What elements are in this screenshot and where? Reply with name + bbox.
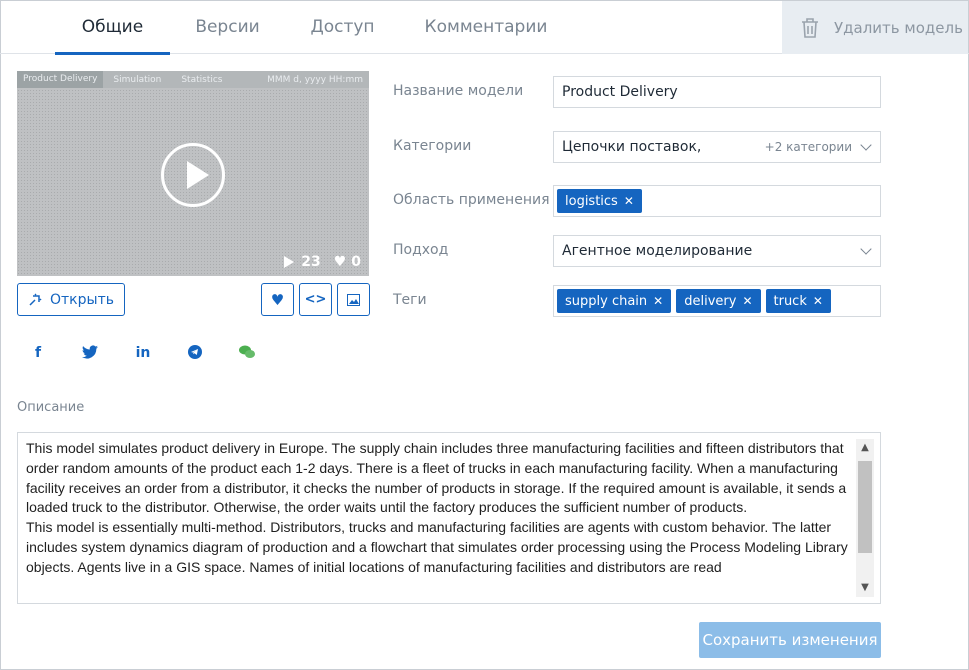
play-icon[interactable] bbox=[161, 143, 225, 207]
save-changes-button[interactable]: Сохранить изменения bbox=[699, 622, 881, 658]
open-model-label: Открыть bbox=[50, 291, 114, 308]
tab-general[interactable]: Общие bbox=[55, 0, 170, 55]
chip-truck: truck ✕ bbox=[765, 289, 831, 313]
tab-access[interactable]: Доступ bbox=[300, 0, 385, 54]
chip-label: logistics bbox=[565, 194, 618, 209]
heart-icon: ♥ bbox=[270, 290, 285, 309]
description-paragraph-2: This model is essentially multi-method. … bbox=[26, 519, 848, 575]
image-button[interactable] bbox=[337, 283, 370, 316]
open-model-button[interactable]: Открыть bbox=[17, 283, 125, 316]
code-icon: <> bbox=[304, 292, 327, 307]
like-button[interactable]: ♥ bbox=[261, 283, 294, 316]
description-label: Описание bbox=[17, 400, 85, 415]
model-preview-video[interactable]: Product Delivery Simulation Statistics M… bbox=[17, 71, 369, 276]
tab-comments[interactable]: Комментарии bbox=[415, 0, 557, 54]
preview-overlay-bar: Product Delivery Simulation Statistics M… bbox=[17, 71, 369, 88]
description-text: This model simulates product delivery in… bbox=[26, 439, 856, 578]
chevron-down-icon bbox=[860, 243, 872, 255]
chip-label: supply chain bbox=[565, 294, 648, 309]
chip-label: truck bbox=[773, 294, 807, 309]
model-name-value: Product Delivery bbox=[562, 84, 678, 100]
trash-icon bbox=[802, 17, 818, 38]
remove-chip-icon[interactable]: ✕ bbox=[813, 294, 823, 308]
description-scrollbar[interactable]: ▲ ▼ bbox=[856, 439, 874, 597]
description-paragraph-1: This model simulates product delivery in… bbox=[26, 440, 847, 516]
categories-label: Категории bbox=[393, 138, 472, 154]
preview-overlay-title: Product Delivery bbox=[17, 71, 104, 88]
scroll-up-icon[interactable]: ▲ bbox=[856, 439, 874, 457]
model-name-input[interactable]: Product Delivery bbox=[553, 76, 881, 108]
play-count-icon bbox=[284, 256, 295, 268]
approach-value: Агентное моделирование bbox=[562, 243, 753, 259]
scroll-down-icon[interactable]: ▼ bbox=[856, 579, 874, 597]
tab-versions[interactable]: Версии bbox=[185, 0, 270, 54]
heart-icon: ♥ bbox=[333, 254, 347, 270]
tags-input[interactable]: supply chain ✕ delivery ✕ truck ✕ bbox=[553, 285, 881, 317]
delete-model-label: Удалить модель bbox=[834, 18, 963, 37]
chip-delivery: delivery ✕ bbox=[676, 289, 761, 313]
like-count: 0 bbox=[351, 254, 361, 270]
chip-label: delivery bbox=[684, 294, 737, 309]
application-area-input[interactable]: logistics ✕ bbox=[553, 185, 881, 217]
open-icon bbox=[29, 292, 42, 306]
twitter-icon[interactable] bbox=[80, 345, 100, 363]
remove-chip-icon[interactable]: ✕ bbox=[624, 194, 634, 208]
watch-count: 23 bbox=[301, 254, 321, 270]
remove-chip-icon[interactable]: ✕ bbox=[653, 294, 663, 308]
description-textarea[interactable]: This model simulates product delivery in… bbox=[17, 432, 881, 604]
approach-select[interactable]: Агентное моделирование bbox=[553, 235, 881, 267]
categories-extra-count: +2 категории bbox=[764, 140, 852, 154]
remove-chip-icon[interactable]: ✕ bbox=[742, 294, 752, 308]
linkedin-icon[interactable]: in bbox=[133, 345, 153, 363]
facebook-icon[interactable]: f bbox=[28, 345, 48, 363]
categories-value: Цепочки поставок, bbox=[562, 139, 702, 155]
scrollbar-thumb[interactable] bbox=[858, 461, 872, 553]
tags-label: Теги bbox=[393, 292, 427, 308]
application-area-label: Область применения bbox=[393, 192, 550, 208]
preview-overlay-date: MMM d, yyyy HH:mm bbox=[267, 74, 363, 85]
chip-logistics: logistics ✕ bbox=[557, 189, 642, 213]
preview-overlay-menu-1: Simulation bbox=[113, 74, 162, 85]
categories-select[interactable]: Цепочки поставок, +2 категории bbox=[553, 131, 881, 163]
preview-stats: 23 ♥ 0 bbox=[284, 254, 361, 270]
embed-button[interactable]: <> bbox=[299, 283, 332, 316]
preview-overlay-menu-2: Statistics bbox=[181, 74, 223, 85]
chevron-down-icon bbox=[860, 139, 872, 151]
image-icon bbox=[347, 293, 360, 306]
delete-model-button[interactable]: Удалить модель bbox=[782, 1, 968, 54]
chip-supply-chain: supply chain ✕ bbox=[557, 289, 672, 313]
wechat-icon[interactable] bbox=[237, 345, 257, 363]
model-name-label: Название модели bbox=[393, 83, 524, 99]
telegram-icon[interactable] bbox=[185, 345, 205, 363]
approach-label: Подход bbox=[393, 242, 449, 258]
